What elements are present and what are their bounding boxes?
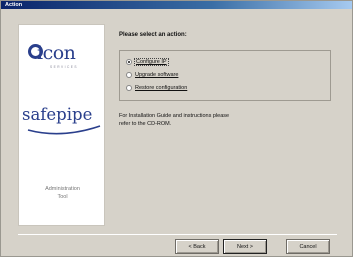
icon-logo: icon SERVICES	[28, 40, 100, 70]
admin-tool-label-line1: Administration	[45, 186, 80, 192]
radio-restore-configuration[interactable]	[126, 85, 132, 91]
install-guide-info-line2: refer to the CD-ROM.	[119, 121, 172, 127]
admin-tool-label: Administration Tool	[19, 185, 106, 201]
option-upgrade-software-label[interactable]: Upgrade software	[135, 72, 178, 78]
title-bar[interactable]: Action	[1, 1, 352, 9]
footer-divider	[18, 234, 337, 235]
safepipe-swoosh-icon	[27, 125, 101, 135]
back-button[interactable]: < Back	[175, 239, 219, 254]
install-guide-info-line1: For Installation Guide and instructions …	[119, 113, 230, 119]
admin-tool-label-line2: Tool	[57, 194, 68, 200]
cancel-button[interactable]: Cancel	[286, 239, 330, 254]
option-configure-ip[interactable]: Configure IP	[126, 58, 169, 66]
option-restore-configuration-label[interactable]: Restore configuration	[135, 85, 187, 91]
next-button[interactable]: Next >	[223, 239, 267, 254]
radio-configure-ip[interactable]	[126, 59, 132, 65]
window-title: Action	[5, 1, 23, 8]
action-options-group: Configure IP Upgrade software Restore co…	[119, 50, 331, 101]
icon-logo-subtext: SERVICES	[50, 65, 79, 69]
radio-upgrade-software[interactable]	[126, 72, 132, 78]
option-upgrade-software[interactable]: Upgrade software	[126, 71, 178, 79]
branding-panel: icon SERVICES safepipe Administration To…	[18, 24, 105, 226]
action-heading: Please select an action:	[119, 32, 187, 38]
action-dialog: Action icon SERVICES safepipe Administra…	[0, 0, 353, 257]
option-configure-ip-label[interactable]: Configure IP	[134, 58, 169, 66]
safepipe-logo: safepipe	[22, 103, 102, 135]
install-guide-info: For Installation Guide and instructions …	[119, 112, 299, 128]
option-restore-configuration[interactable]: Restore configuration	[126, 84, 187, 92]
icon-logo-text: icon	[37, 42, 76, 64]
